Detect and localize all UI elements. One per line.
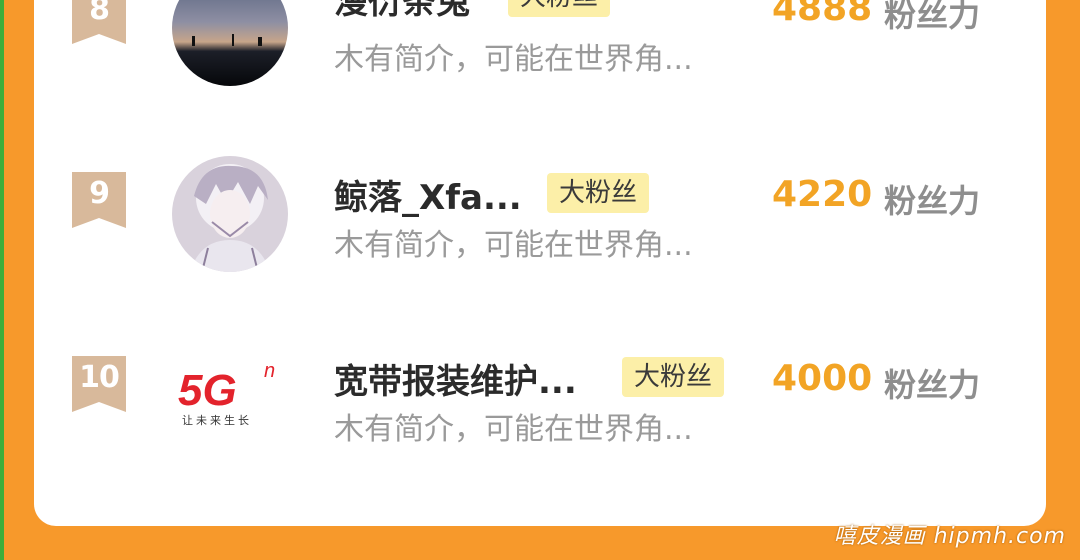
user-avatar[interactable] [172,156,288,272]
fan-score: 4220 [772,174,873,215]
user-name[interactable]: 漫衍条兔 [334,0,470,23]
user-avatar[interactable]: 5G n 让未来生长 [172,340,288,456]
rank-ribbon-icon: 9 [72,172,126,228]
5g-logo-text: 5G [178,366,237,415]
user-bio: 木有简介，可能在世界角... [334,42,693,77]
rank-number: 9 [89,176,110,211]
fan-level-badge: 大粉丝 [508,0,611,17]
ranking-row[interactable]: 8 漫衍条兔 大粉丝 木有简介，可能 [34,0,1046,90]
fan-level-badge: 大粉丝 [622,357,725,397]
user-bio: 木有简介，可能在世界角... [334,412,693,447]
5g-logo-icon: 5G n 让未来生长 [176,360,286,427]
ranking-card: 8 漫衍条兔 大粉丝 木有简介，可能 [34,0,1046,526]
fan-score: 4888 [772,0,873,29]
left-edge-strip [0,0,4,560]
rank-number: 8 [89,0,110,27]
rank-ribbon-icon: 8 [72,0,126,44]
user-name[interactable]: 鲸落_Xfa... [334,170,522,219]
ranking-row[interactable]: 10 5G n 让未来生长 宽带报装维护... 大粉丝 木有简介，可能在世界角.… [34,302,1046,456]
ranking-row[interactable]: 9 鲸落_Xfa... 大粉丝 木有简介，可能在世界角... 4220 粉丝力 [34,118,1046,272]
user-name[interactable]: 宽带报装维护... [334,354,577,403]
user-avatar[interactable] [172,0,288,86]
rank-number: 10 [79,360,120,395]
fan-score: 4000 [772,358,873,399]
user-bio: 木有简介，可能在世界角... [334,228,693,263]
site-watermark: 嘻皮漫画 hipmh.com [833,524,1066,549]
fan-level-badge: 大粉丝 [547,173,650,213]
fan-score-unit: 粉丝力 [884,0,981,34]
5g-logo-slogan: 让未来生长 [182,414,252,427]
fan-score-unit: 粉丝力 [884,182,981,220]
rank-ribbon-icon: 10 [72,356,126,412]
5g-logo-sup: n [264,360,276,382]
fan-score-unit: 粉丝力 [884,366,981,404]
